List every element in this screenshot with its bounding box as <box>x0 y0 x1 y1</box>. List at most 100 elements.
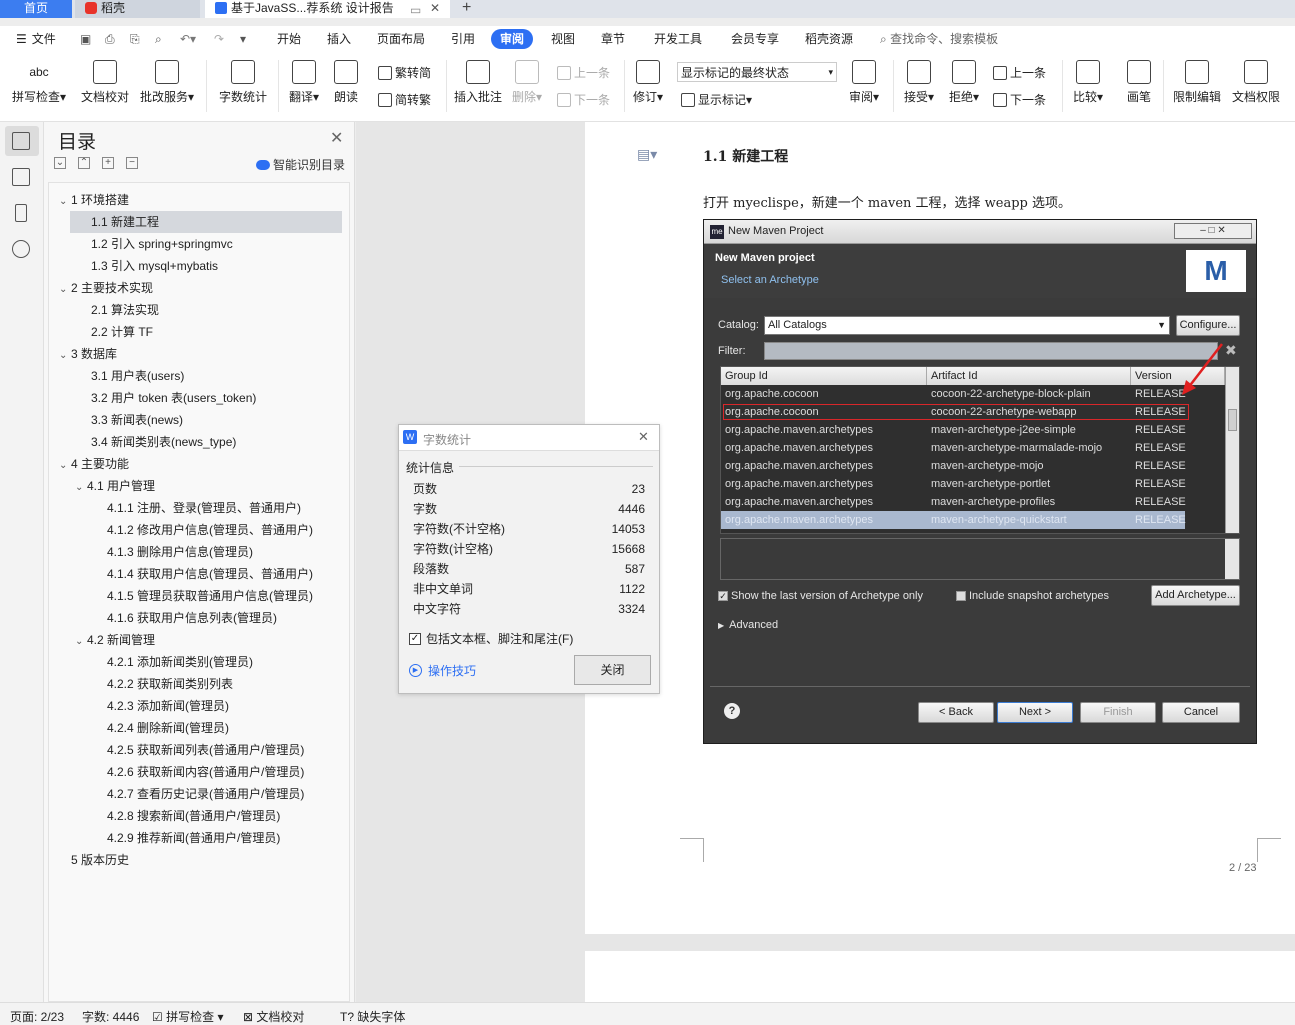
toc-item[interactable]: 1.1 新建工程 <box>70 211 342 233</box>
archetype-cell[interactable]: cocoon-22-archetype-block-plain <box>931 385 1091 403</box>
compare-button[interactable]: 比较▾ <box>1073 60 1103 105</box>
tab-document[interactable]: 基于JavaSS...荐系统 设计报告 ▭ ✕ <box>205 0 450 18</box>
chevron-down-icon[interactable]: ⌄ <box>75 477 87 499</box>
menu-dev-tools[interactable]: 开发工具 <box>654 26 702 52</box>
configure-button[interactable]: Configure... <box>1176 315 1240 336</box>
add-archetype-button[interactable]: Add Archetype... <box>1151 585 1240 606</box>
toc-item[interactable]: 4.1.1 注册、登录(管理员、普通用户) <box>49 497 349 519</box>
chevron-down-icon[interactable]: ⌄ <box>59 345 71 367</box>
doc-proofread-button[interactable]: 文档校对 <box>81 60 129 105</box>
archetype-cell[interactable]: RELEASE <box>1135 511 1186 529</box>
toc-item[interactable]: 4.2.5 获取新闻列表(普通用户/管理员) <box>49 739 349 761</box>
catalog-select[interactable]: All Catalogs ▼ <box>764 316 1170 335</box>
to-traditional-button[interactable]: 简转繁 <box>378 91 431 108</box>
include-textbox-checkbox[interactable]: ✓ 包括文本框、脚注和尾注(F) <box>409 630 573 647</box>
more-icon[interactable]: ▾ <box>240 26 246 52</box>
new-tab-button[interactable]: + <box>462 0 471 18</box>
toc-item[interactable]: 1.2 引入 spring+springmvc <box>49 233 349 255</box>
collapse-all-icon[interactable]: ⌃ <box>78 157 90 169</box>
toc-item[interactable]: 4.2.1 添加新闻类别(管理员) <box>49 651 349 673</box>
menu-daoke-resources[interactable]: 稻壳资源 <box>805 26 853 52</box>
column-header-artifact-id[interactable]: Artifact Id <box>927 367 1131 385</box>
menu-start[interactable]: 开始 <box>277 26 301 52</box>
navigation-icon[interactable] <box>12 168 30 186</box>
archetype-cell[interactable]: org.apache.maven.archetypes <box>725 457 873 475</box>
next-revision-button[interactable]: 下一条 <box>993 91 1046 108</box>
finish-button[interactable]: Finish <box>1080 702 1156 723</box>
toc-item[interactable]: ⌄ 4.1 用户管理 <box>49 475 349 497</box>
toc-item[interactable]: 4.2.9 推荐新闻(普通用户/管理员) <box>49 827 349 849</box>
show-last-version-checkbox[interactable]: ✓ Show the last version of Archetype only <box>718 590 923 602</box>
archetype-cell[interactable]: maven-archetype-profiles <box>931 493 1055 511</box>
archetype-cell[interactable]: RELEASE <box>1135 421 1186 439</box>
chevron-down-icon[interactable]: ⌄ <box>59 279 71 301</box>
expand-all-icon[interactable]: ⌄ <box>54 157 66 169</box>
delete-comment-button[interactable]: 删除▾ <box>512 60 542 105</box>
save-icon[interactable]: ▣ <box>80 26 91 52</box>
spell-check-status[interactable]: ☑ 拼写检查 ▾ <box>152 1008 223 1025</box>
tab-daoke[interactable]: 稻壳 <box>75 0 200 18</box>
read-aloud-button[interactable]: 朗读 <box>334 60 358 105</box>
close-button[interactable]: 关闭 <box>574 655 651 685</box>
toc-item[interactable]: 4.2.8 搜索新闻(普通用户/管理员) <box>49 805 349 827</box>
doc-rights-button[interactable]: 文档权限 <box>1232 60 1280 105</box>
prev-comment-button[interactable]: 上一条 <box>557 64 610 81</box>
description-scrollbar[interactable] <box>1225 539 1239 579</box>
toc-item[interactable]: ⌄ 4.2 新闻管理 <box>49 629 349 651</box>
remove-heading-icon[interactable]: − <box>126 157 138 169</box>
archetype-cell[interactable]: org.apache.maven.archetypes <box>725 511 873 529</box>
tab-screen-icon[interactable]: ▭ <box>410 2 421 18</box>
toc-item[interactable]: ⌄ 3 数据库 <box>49 343 349 365</box>
archetype-cell[interactable]: maven-archetype-marmalade-mojo <box>931 439 1102 457</box>
accept-button[interactable]: 接受▾ <box>904 60 934 105</box>
show-markup-button[interactable]: 显示标记 ▾ <box>681 91 752 108</box>
restrict-edit-button[interactable]: 限制编辑 <box>1173 60 1221 105</box>
proofread-status[interactable]: ⊠ 文档校对 <box>243 1008 304 1025</box>
undo-icon[interactable]: ↶▾ <box>180 26 196 52</box>
toc-item[interactable]: 4.1.4 获取用户信息(管理员、普通用户) <box>49 563 349 585</box>
toc-item[interactable]: ⌄ 2 主要技术实现 <box>49 277 349 299</box>
missing-font-status[interactable]: T? 缺失字体 <box>340 1008 405 1025</box>
insert-comment-button[interactable]: 插入批注 <box>454 60 502 105</box>
close-icon[interactable]: ✕ <box>330 128 343 148</box>
menu-review[interactable]: 审阅 <box>491 29 534 49</box>
batch-service-button[interactable]: 批改服务▾ <box>140 60 194 105</box>
archetype-cell[interactable]: maven-archetype-mojo <box>931 457 1044 475</box>
to-simplified-button[interactable]: 繁转简 <box>378 64 431 81</box>
toc-item[interactable]: 2.1 算法实现 <box>49 299 349 321</box>
close-icon[interactable]: ✕ <box>638 429 649 445</box>
toc-item[interactable]: 2.2 计算 TF <box>49 321 349 343</box>
toc-item[interactable]: 5 版本历史 <box>49 849 349 871</box>
prev-revision-button[interactable]: 上一条 <box>993 64 1046 81</box>
print-preview-icon[interactable]: ⌕ <box>155 26 162 52</box>
search-icon[interactable] <box>12 240 30 258</box>
smart-toc-button[interactable]: 智能识别目录 <box>256 156 345 173</box>
menu-file[interactable]: ☰ 文件 <box>16 26 56 52</box>
pen-button[interactable]: 画笔 <box>1127 60 1151 105</box>
toc-item[interactable]: 4.2.3 添加新闻(管理员) <box>49 695 349 717</box>
include-snapshot-checkbox[interactable]: Include snapshot archetypes <box>956 590 1109 602</box>
archetype-cell[interactable]: maven-archetype-j2ee-simple <box>931 421 1076 439</box>
archetype-cell[interactable]: org.apache.maven.archetypes <box>725 475 873 493</box>
chevron-down-icon[interactable]: ⌄ <box>59 191 71 213</box>
toc-item[interactable]: 4.2.6 获取新闻内容(普通用户/管理员) <box>49 761 349 783</box>
toc-item[interactable]: ⌄ 1 环境搭建 <box>49 189 349 211</box>
page-layout-icon[interactable]: ▤▾ <box>637 146 657 163</box>
add-heading-icon[interactable]: + <box>102 157 114 169</box>
toc-item[interactable]: 4.1.5 管理员获取普通用户信息(管理员) <box>49 585 349 607</box>
archetype-cell[interactable]: org.apache.cocoon <box>725 403 819 421</box>
next-page[interactable] <box>585 951 1295 1002</box>
archetype-cell[interactable]: org.apache.maven.archetypes <box>725 421 873 439</box>
column-header-group-id[interactable]: Group Id <box>721 367 927 385</box>
word-count-button[interactable]: 字数统计 <box>219 60 267 105</box>
menu-layout[interactable]: 页面布局 <box>377 26 425 52</box>
toc-item[interactable]: 4.2.7 查看历史记录(普通用户/管理员) <box>49 783 349 805</box>
toc-item[interactable]: 1.3 引入 mysql+mybatis <box>49 255 349 277</box>
review-pane-button[interactable]: 审阅▾ <box>849 60 879 105</box>
menu-chapter[interactable]: 章节 <box>601 26 625 52</box>
export-pdf-icon[interactable]: ⎙ <box>105 26 115 52</box>
toc-item[interactable]: 4.1.6 获取用户信息列表(管理员) <box>49 607 349 629</box>
archetype-cell[interactable]: RELEASE <box>1135 439 1186 457</box>
toc-item[interactable]: 3.2 用户 token 表(users_token) <box>49 387 349 409</box>
menu-view[interactable]: 视图 <box>551 26 575 52</box>
